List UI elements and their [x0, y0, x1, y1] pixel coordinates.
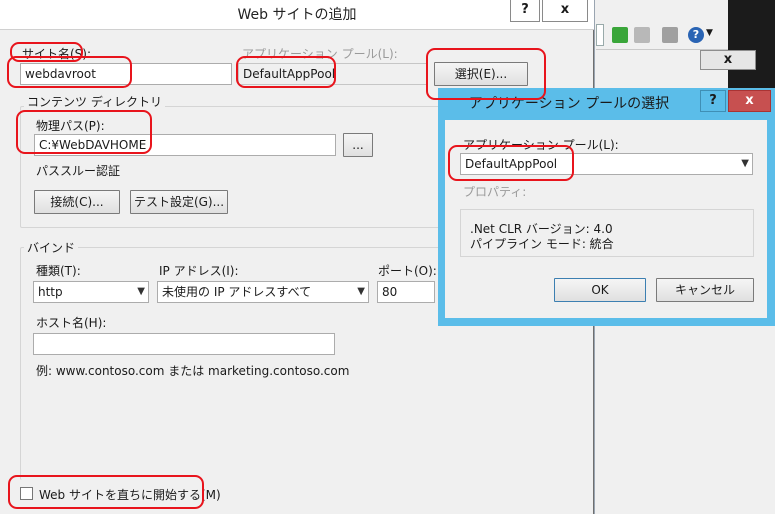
start-website-label: Web サイトを直ちに開始する(M)	[39, 488, 221, 502]
pass-through-label: パススルー認証	[36, 164, 121, 178]
physical-path-input[interactable]: C:¥WebDAVHOME	[34, 134, 336, 156]
pool-close-button[interactable]: x	[728, 90, 771, 112]
ip-address-value: 未使用の IP アドレスすべて	[162, 285, 312, 299]
site-name-label: サイト名(S):	[22, 47, 92, 61]
ip-address-select[interactable]: 未使用の IP アドレスすべて ▼	[157, 281, 369, 303]
pool-help-button[interactable]: ?	[700, 90, 726, 112]
grid-icon[interactable]	[662, 27, 678, 43]
connect-as-button[interactable]: 接続(C)...	[34, 190, 120, 214]
chevron-down-icon: ▼	[741, 158, 749, 169]
background-toolbar-input	[596, 24, 604, 46]
cancel-button[interactable]: キャンセル	[656, 278, 754, 302]
site-name-input[interactable]: webdavroot	[20, 63, 232, 85]
ip-address-label: IP アドレス(I):	[159, 264, 239, 278]
select-app-pool-button[interactable]: 選択(E)...	[434, 62, 528, 86]
pool-label: アプリケーション プール(L):	[463, 138, 619, 152]
physical-path-label: 物理パス(P):	[36, 119, 105, 133]
browse-button[interactable]: ...	[343, 133, 373, 157]
app-pool-label: アプリケーション プール(L):	[242, 47, 398, 61]
port-input[interactable]: 80	[377, 281, 435, 303]
stop-icon[interactable]	[634, 27, 650, 43]
port-label: ポート(O):	[378, 264, 437, 278]
host-name-label: ホスト名(H):	[36, 316, 107, 330]
refresh-icon[interactable]	[612, 27, 628, 43]
start-website-checkbox[interactable]	[20, 487, 33, 500]
content-directory-title: コンテンツ ディレクトリ	[24, 93, 165, 110]
app-pool-field: DefaultAppPool	[238, 63, 428, 85]
binding-title: バインド	[24, 239, 79, 256]
properties-label: プロパティ:	[463, 185, 527, 199]
help-icon[interactable]: ?	[688, 27, 704, 43]
chevron-down-icon: ▼	[357, 286, 365, 297]
main-help-button[interactable]: ?	[510, 0, 540, 22]
help-dropdown-icon[interactable]: ▼	[706, 28, 713, 38]
type-select[interactable]: http ▼	[33, 281, 149, 303]
chevron-down-icon: ▼	[137, 286, 145, 297]
pool-value: DefaultAppPool	[465, 157, 558, 171]
background-dark-area	[728, 0, 775, 88]
pipeline-mode-text: パイプライン モード: 統合	[470, 237, 614, 251]
host-name-input[interactable]	[33, 333, 335, 355]
ok-button[interactable]: OK	[554, 278, 646, 302]
test-settings-button[interactable]: テスト設定(G)...	[130, 190, 228, 214]
pool-select[interactable]: DefaultAppPool ▼	[460, 153, 753, 175]
type-label: 種類(T):	[36, 264, 81, 278]
main-close-button[interactable]: x	[542, 0, 588, 22]
type-value: http	[38, 285, 63, 299]
pool-dialog-title: アプリケーション プールの選択	[468, 96, 670, 112]
background-close-button[interactable]: x	[700, 50, 756, 70]
main-dialog-title: Web サイトの追加	[237, 7, 357, 23]
host-example-text: 例: www.contoso.com または marketing.contoso…	[36, 364, 350, 378]
